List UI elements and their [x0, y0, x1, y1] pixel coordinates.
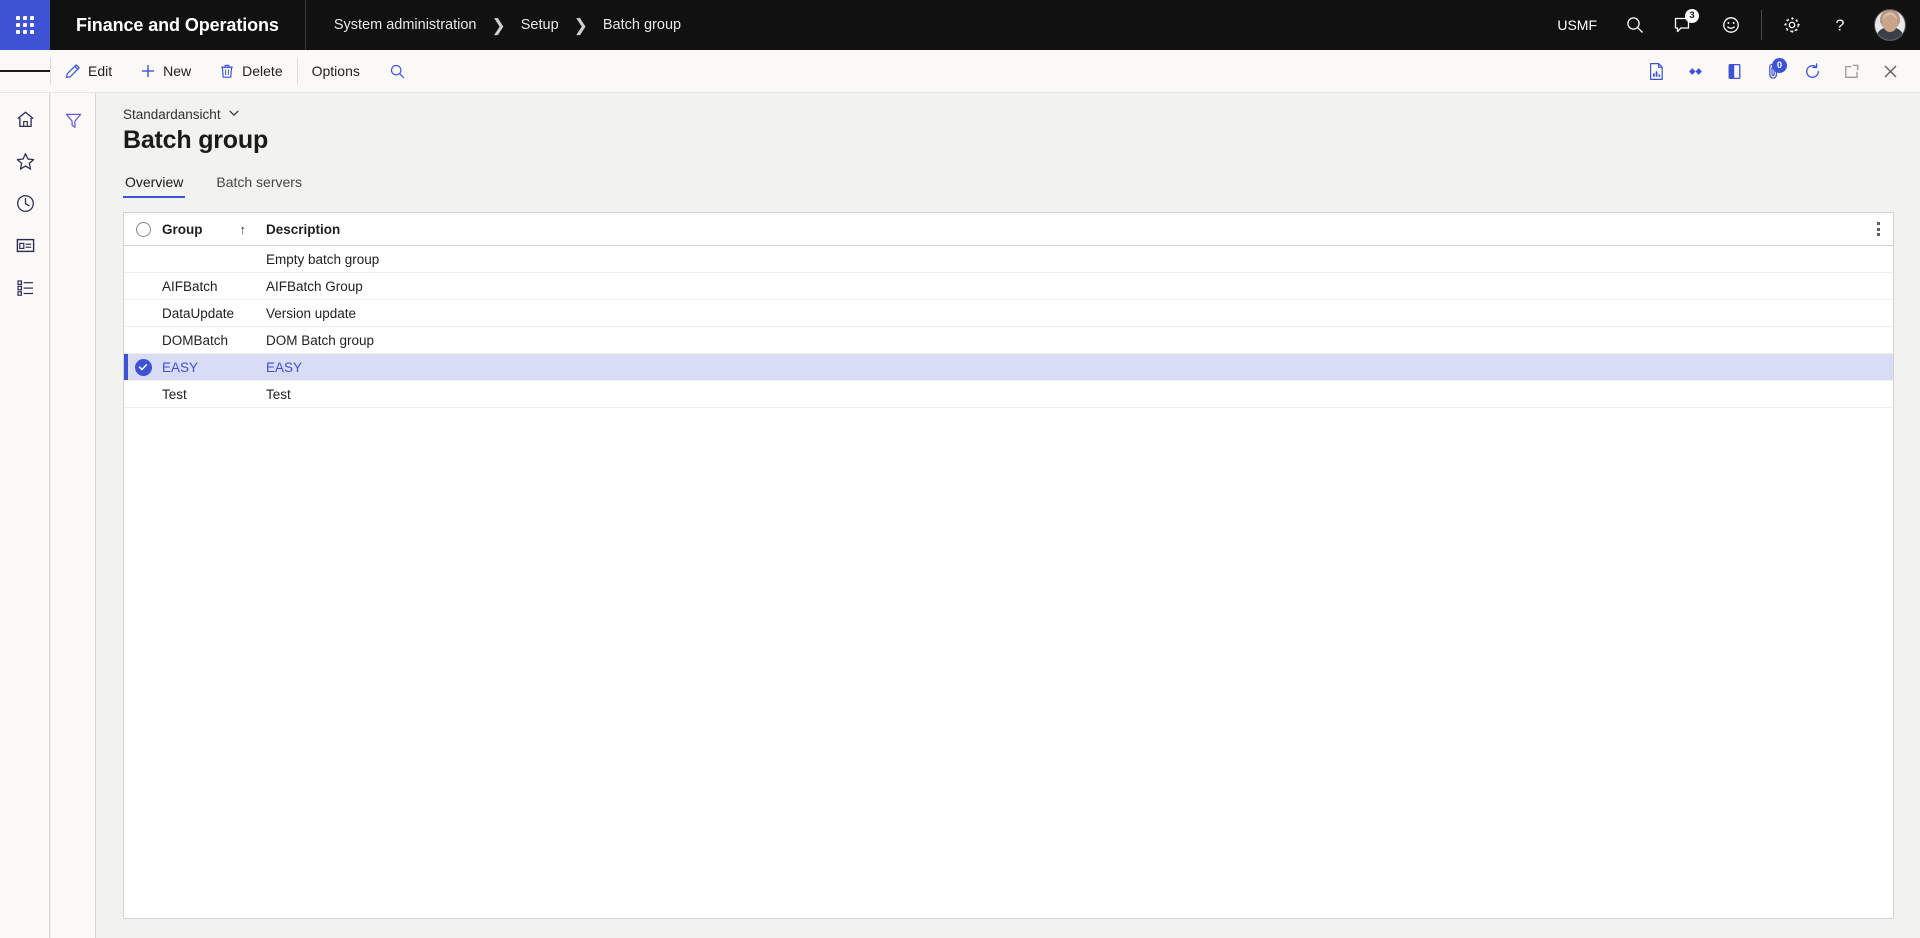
navigation-rail	[0, 93, 50, 938]
cell-description: Empty batch group	[266, 251, 380, 267]
report-icon[interactable]	[1641, 50, 1672, 93]
topbar-separator	[1761, 10, 1762, 40]
breadcrumb-item-setup[interactable]: Setup	[519, 17, 561, 33]
waffle-icon	[16, 16, 34, 34]
modules-icon	[15, 277, 36, 303]
tab-overview[interactable]: Overview	[123, 169, 186, 198]
options-button[interactable]: Options	[298, 50, 374, 93]
sidebar-item-modules[interactable]	[0, 269, 50, 311]
main-content: Standardansicht Batch group Overview Bat…	[97, 93, 1920, 938]
table-row[interactable]: AIFBatch AIFBatch Group	[124, 273, 1893, 300]
search-icon[interactable]	[1611, 0, 1659, 50]
notifications-badge: 3	[1685, 9, 1699, 23]
batch-group-grid: Group ↑ Description Empty batch group AI…	[123, 212, 1894, 919]
column-header-group-label: Group	[162, 221, 203, 237]
grid-body: Empty batch group AIFBatch AIFBatch Grou…	[124, 246, 1893, 408]
topbar-right-controls: USMF 3 ?	[1543, 0, 1920, 50]
sidebar-item-favorites[interactable]	[0, 143, 50, 185]
commandbar-search-button[interactable]	[374, 50, 420, 93]
svg-text:?: ?	[1836, 18, 1845, 35]
attachments-badge: 0	[1772, 57, 1787, 73]
edit-button[interactable]: Edit	[51, 50, 126, 93]
checkmark-icon	[134, 358, 152, 376]
cell-group: DOMBatch	[162, 332, 229, 348]
options-button-label: Options	[311, 63, 360, 79]
grid-header-row: Group ↑ Description	[124, 213, 1893, 246]
page-title: Batch group	[123, 126, 269, 154]
panel-icon[interactable]	[1719, 50, 1750, 93]
trash-icon	[219, 63, 235, 79]
table-row[interactable]: DataUpdate Version update	[124, 300, 1893, 327]
notifications-icon[interactable]: 3	[1659, 0, 1707, 50]
chevron-right-icon: ❯	[573, 15, 588, 35]
company-selector[interactable]: USMF	[1543, 17, 1611, 33]
cell-description: Version update	[266, 305, 357, 321]
gear-icon[interactable]	[1768, 0, 1816, 50]
view-selector-label: Standardansicht	[123, 107, 221, 122]
new-button-label: New	[163, 63, 192, 79]
cell-group: Test	[162, 386, 187, 402]
action-pane-right-icons: 0	[1637, 50, 1920, 93]
select-all-cell[interactable]	[124, 221, 162, 237]
navigation-menu-button[interactable]	[0, 50, 51, 93]
column-header-group[interactable]: Group ↑	[162, 222, 259, 237]
feedback-smiley-icon[interactable]	[1707, 0, 1755, 50]
attachments-icon[interactable]: 0	[1758, 50, 1789, 93]
delete-button-label: Delete	[242, 63, 283, 79]
tab-list: Overview Batch servers	[123, 169, 1894, 198]
table-row[interactable]: EASY EASY	[124, 354, 1893, 381]
breadcrumb-item-system-administration[interactable]: System administration	[332, 17, 479, 33]
clock-icon	[15, 193, 36, 219]
sidebar-item-home[interactable]	[0, 101, 50, 143]
office-apps-icon[interactable]	[1680, 50, 1711, 93]
cell-group: DataUpdate	[162, 305, 235, 321]
plus-icon	[140, 63, 156, 79]
workspaces-icon	[15, 235, 36, 261]
filter-pane-toggle[interactable]	[51, 103, 96, 143]
cell-description: DOM Batch group	[266, 332, 375, 348]
tab-batch-servers[interactable]: Batch servers	[214, 169, 304, 198]
column-header-description[interactable]: Description	[259, 222, 1893, 237]
app-title: Finance and Operations	[76, 14, 279, 35]
action-pane: Edit New Delete Options 0	[0, 50, 1920, 93]
edit-button-label: Edit	[88, 63, 113, 79]
cell-group: AIFBatch	[162, 278, 218, 294]
cell-description: AIFBatch Group	[266, 278, 363, 294]
sort-ascending-icon: ↑	[239, 221, 247, 237]
view-selector[interactable]: Standardansicht	[123, 105, 240, 124]
select-all-circle[interactable]	[135, 221, 151, 237]
new-button[interactable]: New	[126, 50, 205, 93]
breadcrumb: System administration ❯ Setup ❯ Batch gr…	[306, 17, 683, 34]
cell-description: EASY	[266, 359, 303, 375]
sidebar-item-recent[interactable]	[0, 185, 50, 227]
cell-description: Test	[266, 386, 291, 402]
filter-pane-rail	[51, 93, 96, 938]
star-icon	[15, 151, 36, 177]
cell-group: EASY	[162, 359, 199, 375]
delete-button[interactable]: Delete	[205, 50, 296, 93]
breadcrumb-item-batch-group[interactable]: Batch group	[601, 17, 683, 33]
column-header-description-label: Description	[266, 221, 341, 237]
avatar[interactable]	[1874, 9, 1906, 41]
filter-icon	[64, 111, 83, 135]
home-icon	[15, 109, 36, 135]
search-icon	[389, 63, 405, 79]
table-row[interactable]: Test Test	[124, 381, 1893, 408]
close-icon[interactable]	[1875, 50, 1906, 93]
chevron-right-icon: ❯	[491, 15, 506, 35]
grid-options-icon[interactable]	[1870, 219, 1886, 239]
table-row[interactable]: Empty batch group	[124, 246, 1893, 273]
sidebar-item-workspaces[interactable]	[0, 227, 50, 269]
top-navigation-bar: Finance and Operations System administra…	[0, 0, 1920, 50]
row-select-cell[interactable]	[124, 358, 162, 376]
popout-icon[interactable]	[1836, 50, 1867, 93]
help-icon[interactable]: ?	[1816, 0, 1864, 50]
pencil-icon	[65, 63, 81, 79]
refresh-icon[interactable]	[1797, 50, 1828, 93]
chevron-down-icon	[228, 107, 240, 122]
app-launcher-button[interactable]	[0, 0, 50, 50]
table-row[interactable]: DOMBatch DOM Batch group	[124, 327, 1893, 354]
